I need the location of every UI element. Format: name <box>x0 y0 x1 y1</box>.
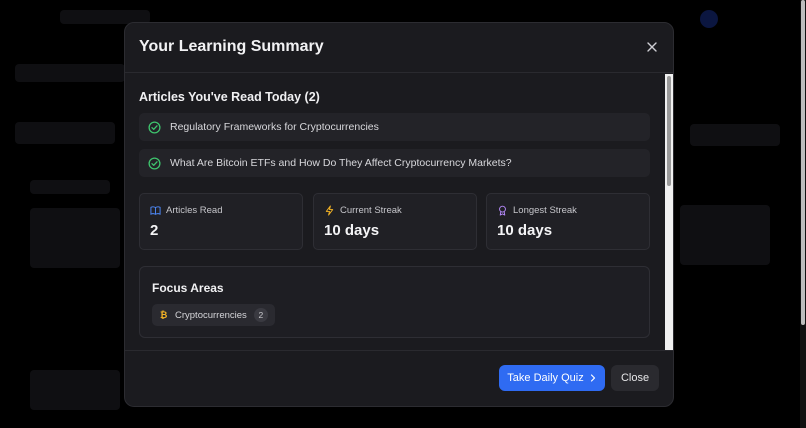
background-button <box>690 124 780 146</box>
modal-header: Your Learning Summary <box>125 23 673 73</box>
article-title: What Are Bitcoin ETFs and How Do They Af… <box>170 157 512 169</box>
quiz-button-label: Take Daily Quiz <box>507 372 584 384</box>
focus-areas-card: Focus Areas ₿ Cryptocurrencies 2 <box>139 266 650 338</box>
focus-chip-cryptocurrencies[interactable]: ₿ Cryptocurrencies 2 <box>152 304 275 326</box>
background-heading <box>15 64 125 82</box>
focus-areas-title: Focus Areas <box>152 281 224 295</box>
chevron-right-icon <box>590 374 595 382</box>
modal-title: Your Learning Summary <box>139 38 324 55</box>
learning-summary-modal: Your Learning Summary Articles You've Re… <box>124 22 674 407</box>
article-title: Regulatory Frameworks for Cryptocurrenci… <box>170 121 379 133</box>
take-daily-quiz-button[interactable]: Take Daily Quiz <box>499 365 605 391</box>
stat-current-streak: Current Streak 10 days <box>313 193 477 250</box>
page-scrollbar-thumb[interactable] <box>801 0 805 325</box>
close-button[interactable]: Close <box>611 365 659 391</box>
background-card-right <box>680 205 770 265</box>
modal-scrollbar-thumb[interactable] <box>667 76 671 186</box>
background-list <box>30 370 120 410</box>
check-circle-icon <box>148 120 161 134</box>
article-item: What Are Bitcoin ETFs and How Do They Af… <box>139 149 650 177</box>
background-tag <box>30 180 110 194</box>
check-circle-icon <box>148 156 161 170</box>
award-icon <box>499 205 506 216</box>
background-card <box>30 208 120 268</box>
stat-longest-streak: Longest Streak 10 days <box>486 193 650 250</box>
articles-heading: Articles You've Read Today (2) <box>139 90 320 104</box>
page-scrollbar[interactable] <box>800 0 806 428</box>
bitcoin-icon: ₿ <box>160 309 168 320</box>
stat-label: Current Streak <box>340 205 402 216</box>
chip-label: Cryptocurrencies <box>175 309 247 321</box>
modal-scrollbar[interactable] <box>665 74 673 350</box>
close-button-label: Close <box>620 372 650 384</box>
background-avatar <box>700 10 718 28</box>
modal-body: Articles You've Read Today (2) Regulator… <box>125 73 673 351</box>
stat-label: Articles Read <box>166 205 223 216</box>
stat-label: Longest Streak <box>513 205 577 216</box>
article-item: Regulatory Frameworks for Cryptocurrenci… <box>139 113 650 141</box>
stat-value: 10 days <box>497 222 553 239</box>
book-icon <box>150 206 161 215</box>
stat-value: 2 <box>150 222 159 239</box>
background-filter <box>15 122 115 144</box>
close-icon[interactable] <box>645 40 659 54</box>
stat-articles-read: Articles Read 2 <box>139 193 303 250</box>
chip-count-badge: 2 <box>253 308 268 322</box>
stat-value: 10 days <box>324 222 380 239</box>
lightning-icon <box>325 205 334 216</box>
